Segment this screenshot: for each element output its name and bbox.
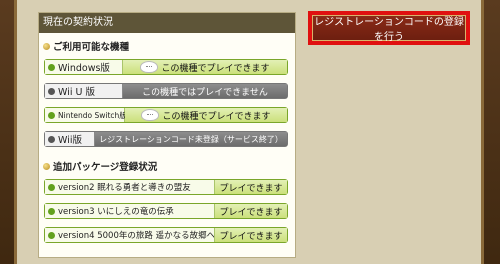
package-name: version3 いにしえの竜の伝承 bbox=[45, 204, 215, 218]
package-status: プレイできます bbox=[215, 204, 287, 218]
status-dot-icon bbox=[48, 63, 55, 71]
device-row-windows: Windows版 この機種でプレイできます bbox=[44, 59, 288, 75]
available-devices-label: ご利用可能な機種 bbox=[53, 42, 130, 53]
package-row-version3: version3 いにしえの竜の伝承 プレイできます bbox=[44, 203, 288, 219]
status-dot-icon bbox=[48, 231, 55, 239]
device-status-text: この機種でプレイできます bbox=[162, 111, 271, 122]
status-dot-icon bbox=[48, 183, 55, 191]
package-row-version2: version2 眠れる勇者と導きの盟友 プレイできます bbox=[44, 179, 288, 195]
device-status: この機種ではプレイできません bbox=[123, 84, 287, 98]
device-status-text: レジストレーションコード未登録（サービス終了） bbox=[99, 134, 283, 144]
register-button-highlight: レジストレーションコードの登録を行う bbox=[308, 11, 470, 45]
device-row-switch: Nintendo Switch版 この機種でプレイできます bbox=[44, 107, 288, 123]
packages-label: 追加パッケージ登録状況 bbox=[53, 162, 158, 173]
device-status: この機種でプレイできます bbox=[123, 60, 287, 74]
status-dot-icon bbox=[48, 87, 55, 95]
device-row-wiiu: Wii U 版 この機種ではプレイできません bbox=[44, 83, 288, 99]
package-name: version2 眠れる勇者と導きの盟友 bbox=[45, 180, 215, 194]
device-name: Nintendo Switch版 bbox=[58, 110, 127, 120]
device-name-box: Wii U 版 bbox=[45, 84, 123, 98]
package-name-text: version2 眠れる勇者と導きの盟友 bbox=[58, 183, 191, 193]
package-name-text: version4 5000年の旅路 遥かなる故郷へ bbox=[58, 231, 215, 241]
package-name: version4 5000年の旅路 遥かなる故郷へ bbox=[45, 228, 215, 242]
device-name: Windows版 bbox=[58, 63, 110, 74]
package-name-text: version3 いにしえの竜の伝承 bbox=[58, 207, 174, 217]
status-dot-icon bbox=[48, 135, 55, 143]
speech-bubble-icon bbox=[141, 109, 160, 121]
device-name: Wii版 bbox=[58, 135, 82, 146]
device-row-wii: Wii版 レジストレーションコード未登録（サービス終了） bbox=[44, 131, 288, 147]
package-row-version4: version4 5000年の旅路 遥かなる故郷へ プレイできます bbox=[44, 227, 288, 243]
panel-header: 現在の契約状況 bbox=[39, 13, 295, 33]
available-devices-title: ご利用可能な機種 bbox=[43, 39, 129, 53]
bullet-icon bbox=[43, 162, 50, 170]
device-name: Wii U 版 bbox=[58, 87, 95, 98]
device-name-box: Windows版 bbox=[45, 60, 123, 74]
package-status: プレイできます bbox=[215, 180, 287, 194]
device-status: レジストレーションコード未登録（サービス終了） bbox=[95, 132, 287, 146]
bullet-icon bbox=[43, 42, 50, 50]
package-status: プレイできます bbox=[215, 228, 287, 242]
device-name-box: Nintendo Switch版 bbox=[45, 108, 127, 122]
contract-status-panel: 現在の契約状況 ご利用可能な機種 Windows版 この機種でプレイできます W… bbox=[38, 12, 296, 258]
device-status-text: この機種ではプレイできません bbox=[142, 87, 268, 98]
device-status-text: この機種でプレイできます bbox=[161, 63, 270, 74]
register-code-button[interactable]: レジストレーションコードの登録を行う bbox=[312, 15, 466, 43]
packages-title: 追加パッケージ登録状況 bbox=[43, 159, 157, 173]
device-status: この機種でプレイできます bbox=[125, 108, 287, 122]
status-dot-icon bbox=[48, 111, 55, 119]
status-dot-icon bbox=[48, 207, 55, 215]
device-name-box: Wii版 bbox=[45, 132, 95, 146]
speech-bubble-icon bbox=[140, 61, 159, 73]
